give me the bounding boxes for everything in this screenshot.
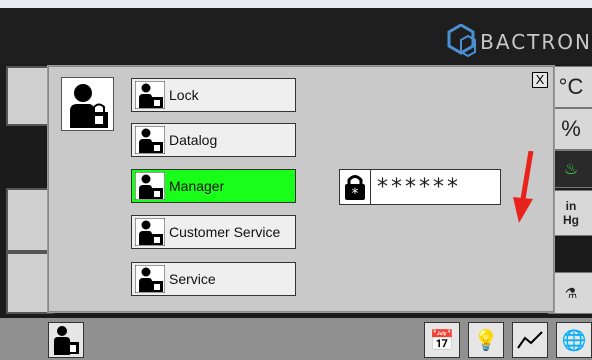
password-lock-icon: * (339, 169, 371, 205)
menu-item-customer-service[interactable]: Customer Service (131, 215, 296, 249)
pressure-unit-line2: Hg (563, 213, 579, 227)
idea-button[interactable]: 💡 (468, 322, 504, 358)
pressure-unit-line1: in (565, 199, 577, 213)
graph-button[interactable] (512, 322, 548, 358)
menu-item-datalog[interactable]: Datalog (131, 123, 296, 157)
gas-tile: ⚗ (548, 272, 592, 314)
menu-item-label: Customer Service (169, 224, 281, 240)
menu-item-manager[interactable]: Manager (131, 169, 296, 203)
hexagon-logo-icon (447, 24, 477, 58)
menu-item-label: Datalog (169, 132, 218, 148)
background-tile-door[interactable] (6, 188, 54, 252)
network-button[interactable]: 🌐 (556, 322, 592, 358)
password-box: * ****** (339, 169, 501, 205)
svg-text:*: * (352, 186, 359, 201)
datalog-user-icon (135, 126, 165, 154)
current-user-button[interactable] (48, 322, 84, 358)
menu-item-label: Lock (169, 87, 199, 103)
background-tile-chamber (6, 66, 54, 126)
menu-item-label: Manager (169, 178, 225, 194)
network-globe-icon: 🌐 (561, 329, 587, 352)
login-dialog: X Lock Datalog Manager Customer Service Serv… (48, 66, 554, 312)
window-frame (0, 0, 592, 8)
password-input[interactable]: ****** (371, 169, 501, 205)
calendar-icon: 📅 (429, 329, 455, 352)
top-bar: BACTRON (0, 8, 592, 64)
heater-tile: ♨ (548, 150, 592, 188)
menu-item-label: Service (169, 271, 216, 287)
service-user-icon (135, 265, 165, 293)
customer-service-user-icon (135, 218, 165, 246)
user-lock-main-icon (61, 77, 114, 131)
humidity-unit: % (561, 116, 581, 141)
background-tile-cycle[interactable] (6, 252, 54, 314)
brand-logo: BACTRON (446, 22, 592, 62)
lock-user-icon (135, 81, 165, 109)
red-arrow-annotation (513, 151, 534, 223)
close-button[interactable]: X (532, 72, 548, 88)
line-graph-icon (517, 331, 543, 349)
menu-item-lock[interactable]: Lock (131, 78, 296, 112)
brand-name: BACTRON (480, 30, 592, 54)
temperature-unit: °C (558, 74, 584, 99)
manager-user-icon (135, 172, 165, 200)
calendar-button[interactable]: 📅 (424, 322, 460, 358)
pressure-tile: in Hg (548, 190, 592, 236)
heater-icon: ♨ (563, 161, 579, 178)
humidity-tile: % (548, 108, 592, 150)
menu-item-service[interactable]: Service (131, 262, 296, 296)
user-lock-icon (54, 326, 79, 355)
gas-cylinder-icon: ⚗ (564, 284, 578, 301)
lightbulb-icon: 💡 (473, 329, 499, 352)
temperature-tile: °C (548, 66, 592, 108)
